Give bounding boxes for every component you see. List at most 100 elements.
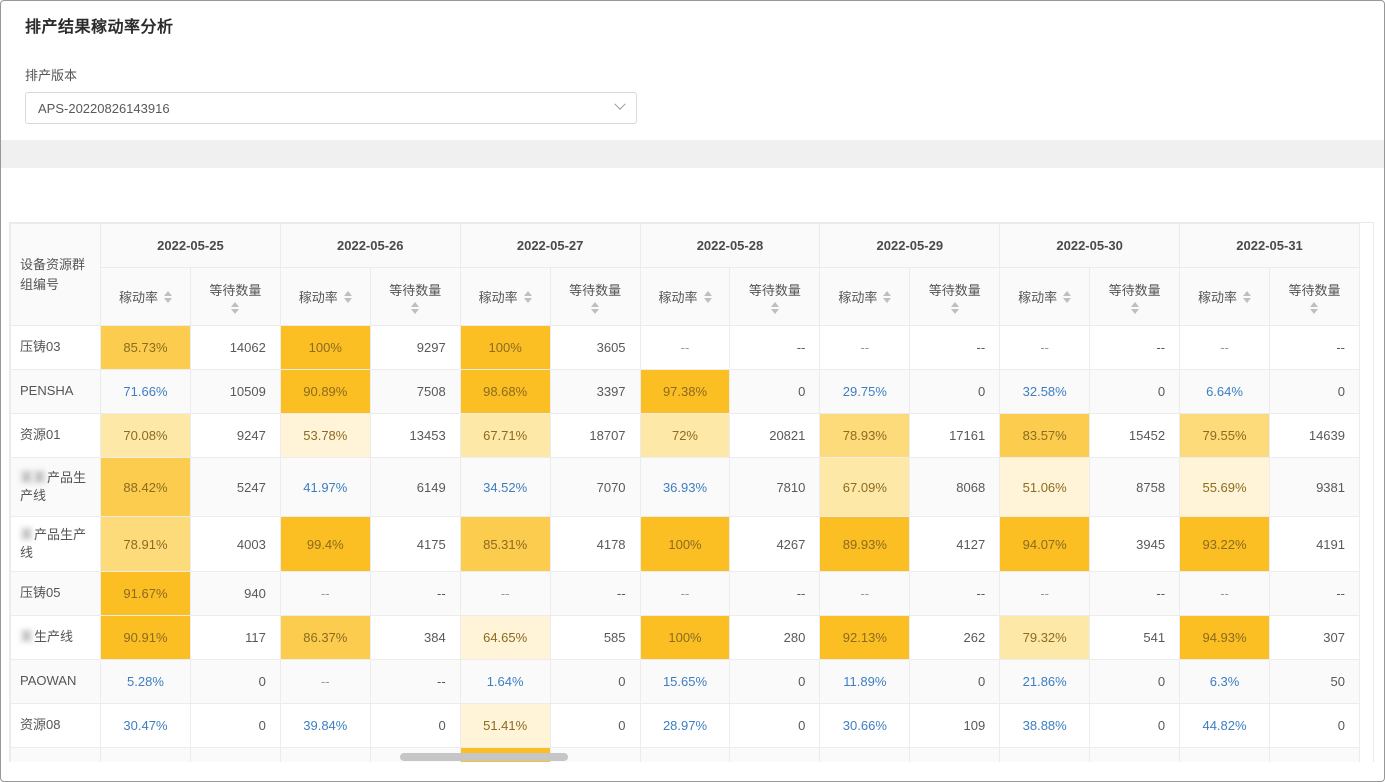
- utilization-cell: 91.67%: [101, 572, 191, 616]
- waiting-column-header[interactable]: 等待数量: [1090, 268, 1180, 326]
- waiting-cell: 0: [910, 370, 1000, 414]
- sort-asc-icon[interactable]: [704, 291, 712, 296]
- waiting-column-header[interactable]: 等待数量: [190, 268, 280, 326]
- utilization-column-header[interactable]: 稼动率: [460, 268, 550, 326]
- utilization-column-header[interactable]: 稼动率: [101, 268, 191, 326]
- sort-asc-icon[interactable]: [1063, 291, 1071, 296]
- utilization-cell: 70.08%: [101, 414, 191, 458]
- sort-desc-icon[interactable]: [164, 298, 172, 303]
- sort-desc-icon[interactable]: [951, 309, 959, 314]
- waiting-cell: 14062: [190, 326, 280, 370]
- table-scroll-container[interactable]: 设备资源群组编号2022-05-252022-05-262022-05-2720…: [9, 222, 1374, 762]
- utilization-cell: 67.71%: [460, 414, 550, 458]
- utilization-cell: --: [1180, 572, 1270, 616]
- utilization-cell: 97.38%: [640, 370, 730, 414]
- sort-asc-icon[interactable]: [591, 302, 599, 307]
- waiting-cell: [910, 748, 1000, 763]
- waiting-cell: 0: [910, 660, 1000, 704]
- utilization-column-header[interactable]: 稼动率: [280, 268, 370, 326]
- utilization-cell: --: [280, 660, 370, 704]
- utilization-cell: 98.68%: [460, 370, 550, 414]
- sort-desc-icon[interactable]: [591, 309, 599, 314]
- sort-icon[interactable]: [1063, 291, 1071, 303]
- sort-asc-icon[interactable]: [771, 302, 779, 307]
- waiting-column-header[interactable]: 等待数量: [910, 268, 1000, 326]
- sort-asc-icon[interactable]: [1131, 302, 1139, 307]
- row-label-cell: PAOWAN: [11, 660, 101, 704]
- redacted-text: 某: [20, 629, 33, 644]
- utilization-cell: 30.47%: [101, 704, 191, 748]
- utilization-column-header[interactable]: 稼动率: [1000, 268, 1090, 326]
- sort-icon[interactable]: [1243, 291, 1251, 303]
- utilization-cell: 29.75%: [820, 370, 910, 414]
- utilization-column-header[interactable]: 稼动率: [820, 268, 910, 326]
- sort-desc-icon[interactable]: [231, 309, 239, 314]
- sort-desc-icon[interactable]: [704, 298, 712, 303]
- sort-icon[interactable]: [1131, 302, 1139, 314]
- sort-desc-icon[interactable]: [344, 298, 352, 303]
- utilization-cell: 78.93%: [820, 414, 910, 458]
- sort-asc-icon[interactable]: [164, 291, 172, 296]
- sort-icon[interactable]: [411, 302, 419, 314]
- sort-asc-icon[interactable]: [1310, 302, 1318, 307]
- waiting-cell: [1269, 748, 1359, 763]
- utilization-cell: --: [820, 326, 910, 370]
- sort-icon[interactable]: [344, 291, 352, 303]
- sort-icon[interactable]: [231, 302, 239, 314]
- utilization-header-content: 稼动率: [461, 287, 550, 306]
- waiting-cell: 384: [370, 616, 460, 660]
- sort-icon[interactable]: [951, 302, 959, 314]
- sort-asc-icon[interactable]: [883, 291, 891, 296]
- sort-icon[interactable]: [591, 302, 599, 314]
- utilization-cell: 5.28%: [101, 660, 191, 704]
- sort-icon[interactable]: [524, 291, 532, 303]
- utilization-cell: 85.31%: [460, 517, 550, 572]
- sort-asc-icon[interactable]: [344, 291, 352, 296]
- sort-icon[interactable]: [883, 291, 891, 303]
- utilization-cell: --: [1000, 572, 1090, 616]
- waiting-column-header[interactable]: 等待数量: [1269, 268, 1359, 326]
- sort-asc-icon[interactable]: [951, 302, 959, 307]
- utilization-cell: 36.93%: [640, 458, 730, 517]
- waiting-cell: 0: [730, 704, 820, 748]
- waiting-cell: 541: [1090, 616, 1180, 660]
- utilization-cell: [101, 748, 191, 763]
- sort-desc-icon[interactable]: [883, 298, 891, 303]
- waiting-cell: 15452: [1090, 414, 1180, 458]
- waiting-column-header[interactable]: 等待数量: [370, 268, 460, 326]
- waiting-cell: 4267: [730, 517, 820, 572]
- sort-desc-icon[interactable]: [1243, 298, 1251, 303]
- waiting-column-header[interactable]: 等待数量: [550, 268, 640, 326]
- waiting-cell: 50: [1269, 660, 1359, 704]
- utilization-column-header[interactable]: 稼动率: [640, 268, 730, 326]
- sort-asc-icon[interactable]: [1243, 291, 1251, 296]
- utilization-header-label: 稼动率: [838, 287, 877, 306]
- sort-icon[interactable]: [771, 302, 779, 314]
- version-select[interactable]: APS-20220826143916: [25, 92, 637, 124]
- sort-asc-icon[interactable]: [411, 302, 419, 307]
- waiting-header-label: 等待数量: [1288, 280, 1340, 299]
- waiting-cell: --: [550, 572, 640, 616]
- utilization-cell: 44.82%: [1180, 704, 1270, 748]
- sort-desc-icon[interactable]: [1310, 309, 1318, 314]
- sort-desc-icon[interactable]: [771, 309, 779, 314]
- row-label: 资源01: [20, 427, 60, 442]
- utilization-cell: --: [640, 326, 730, 370]
- sort-icon[interactable]: [1310, 302, 1318, 314]
- sort-desc-icon[interactable]: [411, 309, 419, 314]
- horizontal-scrollbar-thumb[interactable]: [400, 753, 568, 761]
- waiting-cell: 0: [370, 704, 460, 748]
- utilization-cell: [820, 748, 910, 763]
- sort-desc-icon[interactable]: [1063, 298, 1071, 303]
- sort-icon[interactable]: [164, 291, 172, 303]
- sort-asc-icon[interactable]: [524, 291, 532, 296]
- sort-asc-icon[interactable]: [231, 302, 239, 307]
- waiting-column-header[interactable]: 等待数量: [730, 268, 820, 326]
- utilization-cell: 55.69%: [1180, 458, 1270, 517]
- sort-icon[interactable]: [704, 291, 712, 303]
- utilization-column-header[interactable]: 稼动率: [1180, 268, 1270, 326]
- sort-desc-icon[interactable]: [524, 298, 532, 303]
- sort-desc-icon[interactable]: [1131, 309, 1139, 314]
- waiting-cell: --: [730, 326, 820, 370]
- waiting-cell: 4127: [910, 517, 1000, 572]
